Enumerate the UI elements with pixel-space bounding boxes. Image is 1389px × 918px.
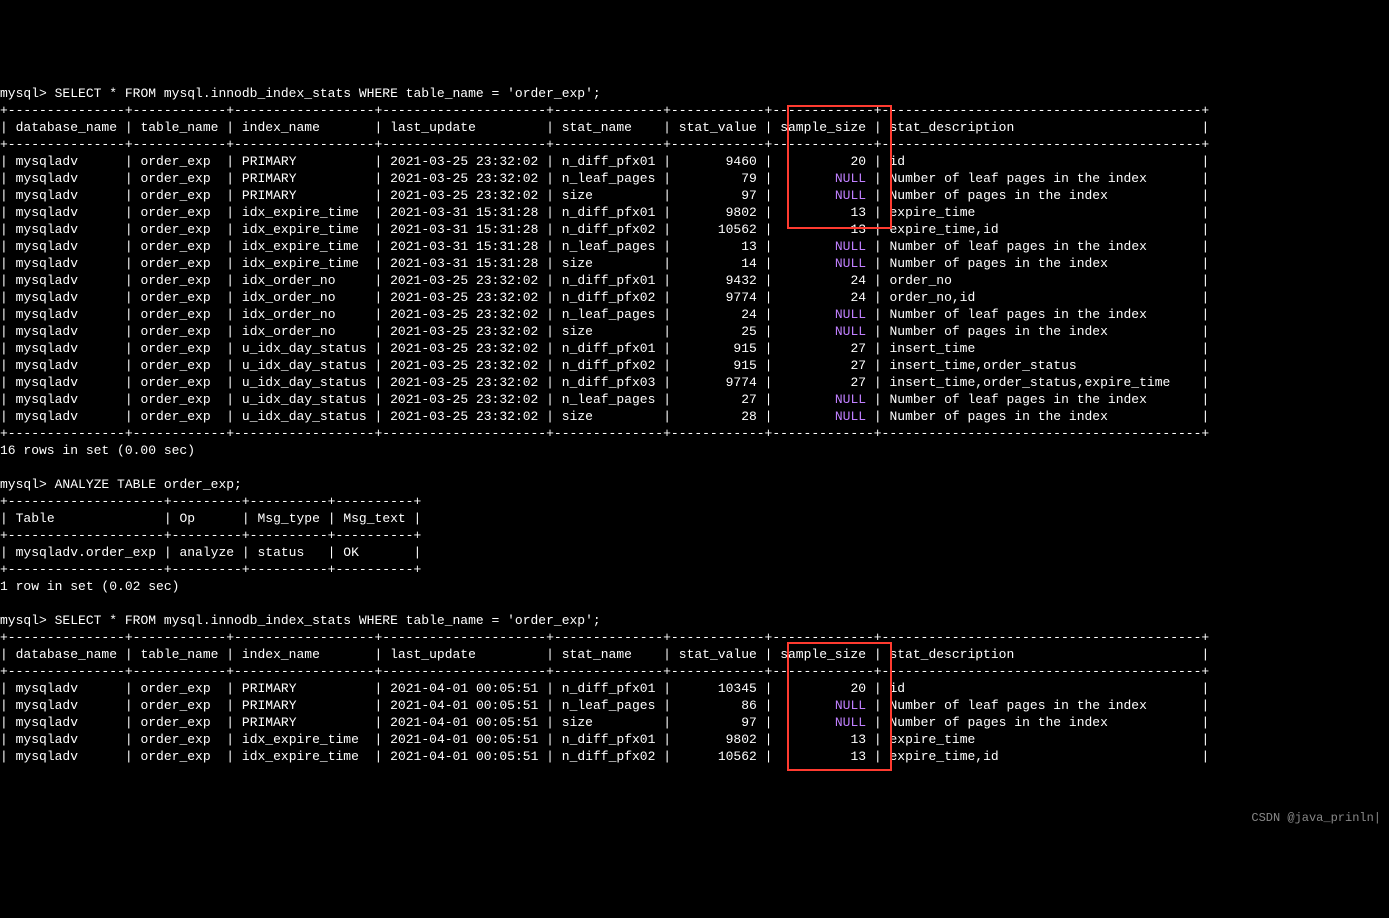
table-row: | mysqladv | order_exp | PRIMARY | 2021-…	[0, 715, 1209, 730]
table-header-row: | database_name | table_name | index_nam…	[0, 647, 1209, 662]
table-border: +---------------+------------+----------…	[0, 103, 1209, 118]
query-3: SELECT * FROM mysql.innodb_index_stats W…	[55, 613, 601, 628]
query-1: SELECT * FROM mysql.innodb_index_stats W…	[55, 86, 601, 101]
prompt: mysql>	[0, 86, 47, 101]
result-footer: 16 rows in set (0.00 sec)	[0, 443, 195, 458]
table-border: +---------------+------------+----------…	[0, 137, 1209, 152]
table-row: | mysqladv | order_exp | u_idx_day_statu…	[0, 358, 1209, 373]
table-border: +--------------------+---------+--------…	[0, 528, 421, 543]
table-row: | mysqladv | order_exp | idx_expire_time…	[0, 222, 1209, 237]
table-row: | mysqladv | order_exp | PRIMARY | 2021-…	[0, 154, 1209, 169]
query-2: ANALYZE TABLE order_exp;	[55, 477, 242, 492]
table-border: +---------------+------------+----------…	[0, 426, 1209, 441]
table-row: | mysqladv | order_exp | u_idx_day_statu…	[0, 392, 1209, 407]
table-row: | mysqladv | order_exp | PRIMARY | 2021-…	[0, 698, 1209, 713]
table-row: | mysqladv | order_exp | idx_order_no | …	[0, 273, 1209, 288]
table-row: | mysqladv | order_exp | idx_expire_time…	[0, 205, 1209, 220]
table-border: +---------------+------------+----------…	[0, 630, 1209, 645]
table-row: | mysqladv | order_exp | idx_order_no | …	[0, 307, 1209, 322]
table-header-row: | Table | Op | Msg_type | Msg_text |	[0, 511, 421, 526]
table-row: | mysqladv | order_exp | idx_expire_time…	[0, 749, 1209, 764]
table-row: | mysqladv.order_exp | analyze | status …	[0, 545, 421, 560]
prompt: mysql>	[0, 477, 47, 492]
table-row: | mysqladv | order_exp | idx_order_no | …	[0, 290, 1209, 305]
table-border: +--------------------+---------+--------…	[0, 494, 421, 509]
table-border: +---------------+------------+----------…	[0, 664, 1209, 679]
table-row: | mysqladv | order_exp | u_idx_day_statu…	[0, 341, 1209, 356]
table-row: | mysqladv | order_exp | u_idx_day_statu…	[0, 375, 1209, 390]
table-row: | mysqladv | order_exp | u_idx_day_statu…	[0, 409, 1209, 424]
table-border: +--------------------+---------+--------…	[0, 562, 421, 577]
result-footer: 1 row in set (0.02 sec)	[0, 579, 179, 594]
table-row: | mysqladv | order_exp | PRIMARY | 2021-…	[0, 681, 1209, 696]
table-row: | mysqladv | order_exp | idx_expire_time…	[0, 256, 1209, 271]
table-row: | mysqladv | order_exp | PRIMARY | 2021-…	[0, 188, 1209, 203]
table-row: | mysqladv | order_exp | idx_expire_time…	[0, 732, 1209, 747]
watermark: CSDN @java_prinln|	[1251, 810, 1381, 827]
terminal-output: mysql> SELECT * FROM mysql.innodb_index_…	[0, 68, 1389, 833]
table-header-row: | database_name | table_name | index_nam…	[0, 120, 1209, 135]
table-row: | mysqladv | order_exp | PRIMARY | 2021-…	[0, 171, 1209, 186]
table-row: | mysqladv | order_exp | idx_order_no | …	[0, 324, 1209, 339]
table-row: | mysqladv | order_exp | idx_expire_time…	[0, 239, 1209, 254]
prompt: mysql>	[0, 613, 47, 628]
